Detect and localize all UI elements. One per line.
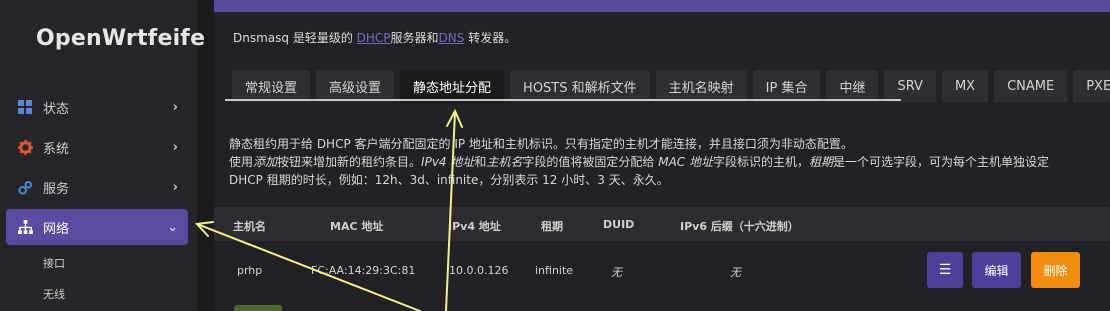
arrow-to-network xyxy=(196,223,421,311)
arrow-to-tab xyxy=(445,111,456,311)
annotation-arrows xyxy=(194,108,463,311)
